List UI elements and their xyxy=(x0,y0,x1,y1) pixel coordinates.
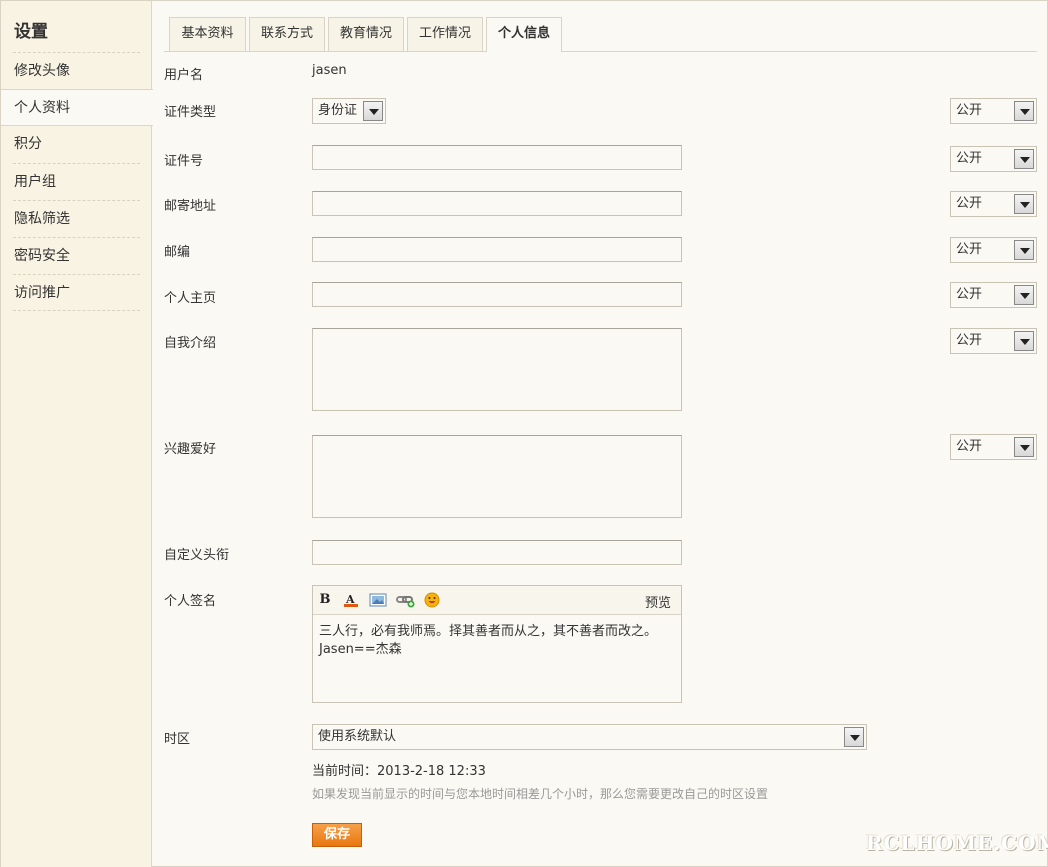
privacy-value: 公开 xyxy=(956,242,983,257)
watermark: RCLHOME.COM xyxy=(866,831,1048,855)
preview-button[interactable]: 预览 xyxy=(645,592,671,611)
homepage-label: 个人主页 xyxy=(164,291,217,306)
timezone-value: 使用系统默认 xyxy=(318,729,397,744)
privacy-value: 公开 xyxy=(956,103,983,118)
timezone-label: 时区 xyxy=(164,732,191,747)
editor-toolbar: B A 预览 xyxy=(313,586,681,615)
image-icon[interactable] xyxy=(369,592,387,608)
zipcode-label: 邮编 xyxy=(164,245,191,260)
sidebar-item-privacy[interactable]: 隐私筛选 xyxy=(13,200,140,237)
signature-label: 个人签名 xyxy=(164,594,217,609)
emoji-icon[interactable] xyxy=(424,592,440,608)
chevron-down-icon xyxy=(1014,101,1034,121)
bold-icon[interactable]: B xyxy=(317,592,333,608)
privacy-value: 公开 xyxy=(956,439,983,454)
chevron-down-icon xyxy=(1014,240,1034,260)
signature-editor[interactable]: B A 预览 三人行，必有我师焉。择其善者而从之，其不善者而改之。 Jasen=… xyxy=(312,585,682,703)
timezone-hint: 如果发现当前显示的时间与您本地时间相差几个小时，那么您需要更改自己的时区设置 xyxy=(312,787,769,801)
id-type-value: 身份证 xyxy=(318,103,358,118)
bio-privacy-select[interactable]: 公开 xyxy=(950,328,1037,354)
id-number-input[interactable] xyxy=(312,145,682,170)
zipcode-privacy-select[interactable]: 公开 xyxy=(950,237,1037,263)
tab-contact[interactable]: 联系方式 xyxy=(249,17,325,51)
chevron-down-icon xyxy=(1014,437,1034,457)
chevron-down-icon xyxy=(1014,331,1034,351)
sidebar-item-password[interactable]: 密码安全 xyxy=(13,237,140,274)
address-privacy-select[interactable]: 公开 xyxy=(950,191,1037,217)
sidebar-menu: 修改头像 个人资料 积分 用户组 隐私筛选 密码安全 访问推广 xyxy=(1,52,153,311)
privacy-value: 公开 xyxy=(956,151,983,166)
sidebar-item-credits[interactable]: 积分 xyxy=(13,126,140,163)
chevron-down-icon xyxy=(1014,194,1034,214)
interests-label: 兴趣爱好 xyxy=(164,442,217,457)
chevron-down-icon xyxy=(363,101,383,121)
homepage-privacy-select[interactable]: 公开 xyxy=(950,282,1037,308)
chevron-down-icon xyxy=(844,727,864,747)
address-label: 邮寄地址 xyxy=(164,199,217,214)
homepage-input[interactable] xyxy=(312,282,682,307)
sidebar-item-profile[interactable]: 个人资料 xyxy=(1,89,153,126)
tab-education[interactable]: 教育情况 xyxy=(328,17,404,51)
privacy-value: 公开 xyxy=(956,196,983,211)
custom-title-label: 自定义头衔 xyxy=(164,548,230,563)
current-time: 当前时间：2013-2-18 12:33 xyxy=(312,764,486,779)
chevron-down-icon xyxy=(1014,285,1034,305)
signature-line: 三人行，必有我师焉。择其善者而从之，其不善者而改之。 xyxy=(319,624,658,639)
sidebar: 设置 修改头像 个人资料 积分 用户组 隐私筛选 密码安全 访问推广 xyxy=(1,1,153,867)
sidebar-item-usergroup[interactable]: 用户组 xyxy=(13,163,140,200)
timezone-select[interactable]: 使用系统默认 xyxy=(312,724,867,750)
sidebar-item-avatar[interactable]: 修改头像 xyxy=(13,52,140,89)
interests-privacy-select[interactable]: 公开 xyxy=(950,434,1037,460)
sidebar-title: 设置 xyxy=(14,22,48,42)
privacy-value: 公开 xyxy=(956,287,983,302)
username-value: jasen xyxy=(312,63,347,78)
privacy-value: 公开 xyxy=(956,333,983,348)
id-number-privacy-select[interactable]: 公开 xyxy=(950,146,1037,172)
bio-textarea[interactable] xyxy=(312,328,682,411)
id-type-label: 证件类型 xyxy=(164,105,217,120)
custom-title-input[interactable] xyxy=(312,540,682,565)
tab-personal-info[interactable]: 个人信息 xyxy=(486,17,562,52)
settings-page: 设置 修改头像 个人资料 积分 用户组 隐私筛选 密码安全 访问推广 基本资料 … xyxy=(0,0,1048,867)
font-color-icon[interactable]: A xyxy=(343,592,359,608)
tab-work[interactable]: 工作情况 xyxy=(407,17,483,51)
profile-tabs: 基本资料 联系方式 教育情况 工作情况 个人信息 xyxy=(164,17,1037,52)
id-type-select[interactable]: 身份证 xyxy=(312,98,386,124)
id-type-privacy-select[interactable]: 公开 xyxy=(950,98,1037,124)
signature-text[interactable]: 三人行，必有我师焉。择其善者而从之，其不善者而改之。 Jasen==杰森 xyxy=(313,615,681,667)
sidebar-item-promotion[interactable]: 访问推广 xyxy=(13,274,140,311)
zipcode-input[interactable] xyxy=(312,237,682,262)
tab-basic[interactable]: 基本资料 xyxy=(169,17,246,51)
link-icon[interactable] xyxy=(396,592,416,608)
bio-label: 自我介绍 xyxy=(164,336,217,351)
chevron-down-icon xyxy=(1014,149,1034,169)
interests-textarea[interactable] xyxy=(312,435,682,518)
id-number-label: 证件号 xyxy=(164,154,204,169)
save-button[interactable]: 保存 xyxy=(312,823,362,847)
signature-line: Jasen==杰森 xyxy=(319,642,402,657)
address-input[interactable] xyxy=(312,191,682,216)
username-label: 用户名 xyxy=(164,68,204,83)
